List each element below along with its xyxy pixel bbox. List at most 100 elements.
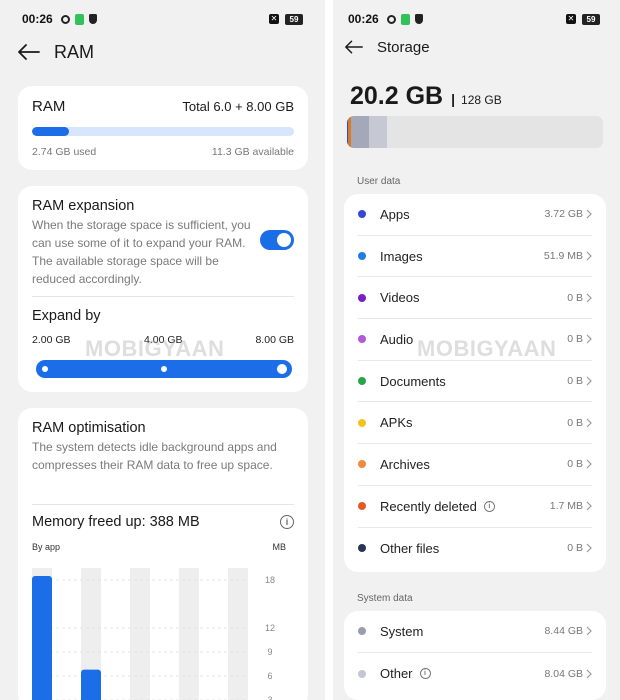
storage-item-label: Other files — [380, 540, 440, 556]
storage-item-name: Other files — [380, 541, 439, 556]
storage-capacity: 128 GB — [461, 93, 502, 107]
storage-bar-segment — [368, 116, 387, 148]
storage-item-label: Archives — [380, 456, 430, 472]
slider-stop-4gb — [161, 366, 167, 372]
storage-item-label: Videos — [380, 290, 420, 306]
page-title: RAM — [54, 41, 94, 62]
shield-icon — [414, 14, 423, 24]
divider — [32, 504, 294, 505]
mute-icon: ✕ — [566, 14, 576, 24]
chart-bar — [32, 576, 52, 700]
storage-item-other-files[interactable]: Other files 0 B — [358, 528, 592, 570]
storage-item-name: Videos — [380, 290, 420, 305]
storage-item-other[interactable]: Other i 8.04 GB — [358, 653, 592, 695]
ram-optimisation-card: RAM optimisation The system detects idle… — [18, 408, 308, 700]
ram-usage-bar — [32, 127, 294, 136]
user-data-label: User data — [357, 176, 401, 187]
storage-item-label: Recently deleted — [380, 498, 477, 514]
info-icon[interactable]: i — [483, 500, 495, 512]
slider-thumb[interactable] — [275, 362, 289, 376]
chevron-right-icon — [586, 251, 592, 261]
storage-summary: 20.2 GB | 128 GB — [350, 82, 502, 111]
storage-item-apps[interactable]: Apps 3.72 GB — [358, 194, 592, 236]
storage-item-images[interactable]: Images 51.9 MB — [358, 236, 592, 278]
storage-item-label: Images — [380, 248, 423, 264]
chart-y-tick-label: 12 — [265, 623, 275, 633]
category-color-dot — [358, 418, 366, 427]
storage-separator: | — [451, 91, 456, 107]
storage-item-label: Audio — [380, 331, 414, 347]
storage-item-videos[interactable]: Videos 0 B — [358, 277, 592, 320]
ram-summary-card: RAM Total 6.0 + 8.00 GB 2.74 GB used 11.… — [18, 86, 308, 170]
storage-item-label: System — [380, 623, 424, 639]
system-data-list: System 8.44 GB Other i 8.04 GB — [344, 611, 606, 700]
back-arrow-icon[interactable] — [18, 44, 40, 60]
app-bar: Storage — [345, 37, 430, 57]
storage-item-label: APKs — [380, 415, 413, 431]
storage-item-name: Apps — [380, 207, 410, 222]
back-arrow-icon[interactable] — [345, 40, 363, 54]
category-color-dot — [358, 335, 366, 344]
category-color-dot — [358, 544, 366, 553]
storage-item-label: Apps — [380, 206, 410, 222]
status-time: 00:26 — [22, 12, 53, 26]
status-bar: 00:26 ✕ 59 — [22, 10, 303, 28]
memory-freed-chart: 18 12 9 6 3 — [32, 568, 275, 700]
category-color-dot — [358, 502, 366, 511]
ram-expansion-toggle[interactable] — [260, 230, 294, 250]
ram-expansion-title: RAM expansion — [32, 198, 135, 214]
app-status-icon — [400, 13, 410, 25]
storage-item-apks[interactable]: APKs 0 B — [358, 402, 592, 445]
ram-label: RAM — [32, 98, 66, 115]
status-time: 00:26 — [348, 12, 379, 26]
expand-option-8gb[interactable]: 8.00 GB — [255, 334, 294, 346]
storage-item-size: 8.04 GB — [544, 667, 583, 680]
app-bar: RAM — [18, 40, 94, 64]
storage-item-system[interactable]: System 8.44 GB — [358, 611, 592, 653]
chevron-right-icon — [586, 669, 592, 678]
page-title: Storage — [377, 38, 430, 56]
ram-optimisation-title: RAM optimisation — [32, 420, 146, 436]
chart-y-tick-label: 18 — [265, 575, 275, 585]
chart-column-background — [228, 568, 248, 700]
info-icon[interactable]: i — [419, 668, 431, 680]
expand-by-label: Expand by — [32, 308, 101, 324]
user-data-list: Apps 3.72 GB Images 51.9 MB Videos 0 B Audio 0 … — [344, 194, 606, 572]
storage-item-label: Documents — [380, 373, 446, 389]
ram-total: Total 6.0 + 8.00 GB — [182, 99, 294, 114]
chart-y-tick-label: 3 — [267, 695, 272, 700]
storage-item-label: Other — [380, 666, 413, 682]
chevron-right-icon — [586, 460, 592, 469]
shield-icon — [88, 14, 97, 24]
category-color-dot — [358, 669, 366, 678]
chart-y-tick-label: 9 — [267, 647, 272, 657]
chart-unit-label: MB — [272, 542, 287, 552]
memory-freed: Memory freed up: 388 MB — [32, 514, 200, 530]
settings-status-icon — [386, 14, 396, 24]
ram-available: 11.3 GB available — [211, 146, 294, 158]
category-color-dot — [358, 210, 366, 219]
chart-column-background — [179, 568, 199, 700]
chevron-right-icon — [586, 501, 592, 511]
storage-item-size: 0 B — [567, 416, 583, 429]
expand-slider[interactable] — [36, 360, 292, 378]
ram-usage-fill — [32, 127, 69, 136]
storage-item-recently-deleted[interactable]: Recently deleted i 1.7 MB — [358, 486, 592, 528]
ram-used: 2.74 GB used — [32, 146, 97, 158]
chevron-right-icon — [586, 209, 592, 219]
storage-item-archives[interactable]: Archives 0 B — [358, 444, 592, 486]
chevron-right-icon — [586, 376, 592, 386]
category-color-dot — [358, 252, 366, 261]
storage-item-size: 0 B — [567, 333, 583, 346]
divider — [32, 296, 294, 297]
storage-item-size: 0 B — [567, 291, 583, 304]
category-color-dot — [358, 377, 366, 386]
category-color-dot — [358, 460, 366, 469]
storage-item-name: Documents — [380, 374, 446, 389]
storage-item-documents[interactable]: Documents 0 B — [358, 361, 592, 403]
expand-option-2gb[interactable]: 2.00 GB — [32, 334, 71, 346]
info-icon[interactable]: i — [280, 515, 294, 529]
ram-screen: 00:26 ✕ 59 RAM RAM Total 6.0 + 8.00 GB 2… — [0, 0, 325, 700]
battery-icon: 59 — [285, 13, 303, 25]
chevron-right-icon — [586, 293, 592, 303]
